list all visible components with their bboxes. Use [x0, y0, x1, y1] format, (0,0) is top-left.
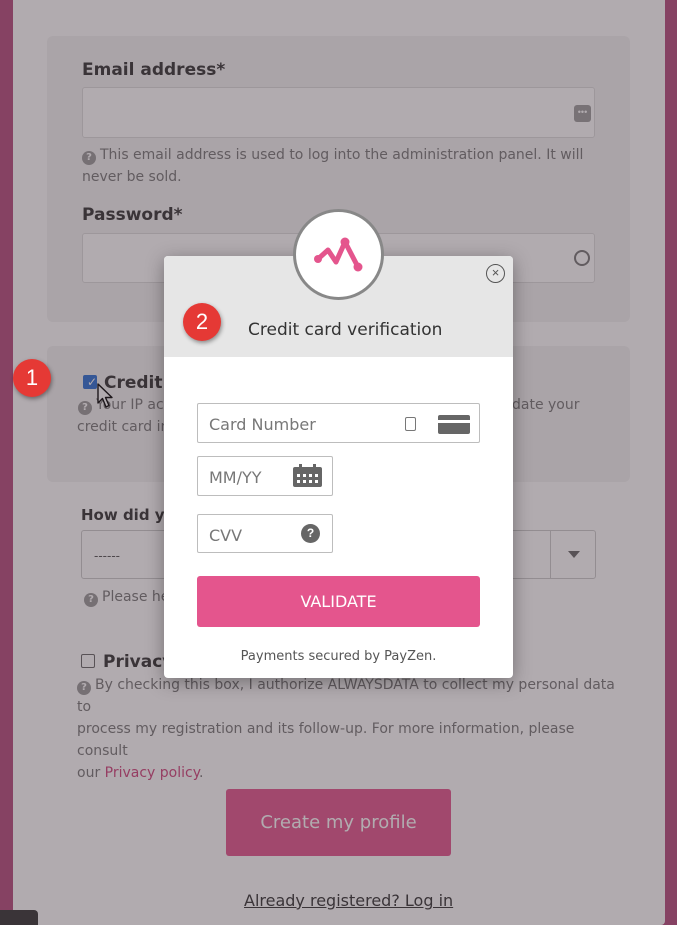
calendar-icon — [293, 464, 322, 487]
credit-card-icon — [438, 415, 470, 434]
modal-title: Credit card verification — [248, 320, 443, 340]
payments-secured-text: Payments secured by PayZen. — [240, 649, 437, 664]
cvv-input[interactable]: CVV ? — [197, 514, 333, 553]
card-number-input[interactable]: Card Number — [197, 403, 480, 443]
payzen-logo — [293, 209, 384, 300]
logo-mark-icon — [314, 237, 363, 272]
contact-card-icon — [405, 417, 416, 431]
close-icon[interactable]: × — [486, 264, 505, 283]
annotation-badge-2: 2 — [183, 303, 221, 341]
annotation-badge-1: 1 — [13, 359, 51, 397]
cvv-help-icon[interactable]: ? — [301, 524, 320, 543]
expiry-input[interactable]: MM/YY — [197, 456, 333, 496]
validate-button[interactable]: VALIDATE — [197, 576, 480, 627]
